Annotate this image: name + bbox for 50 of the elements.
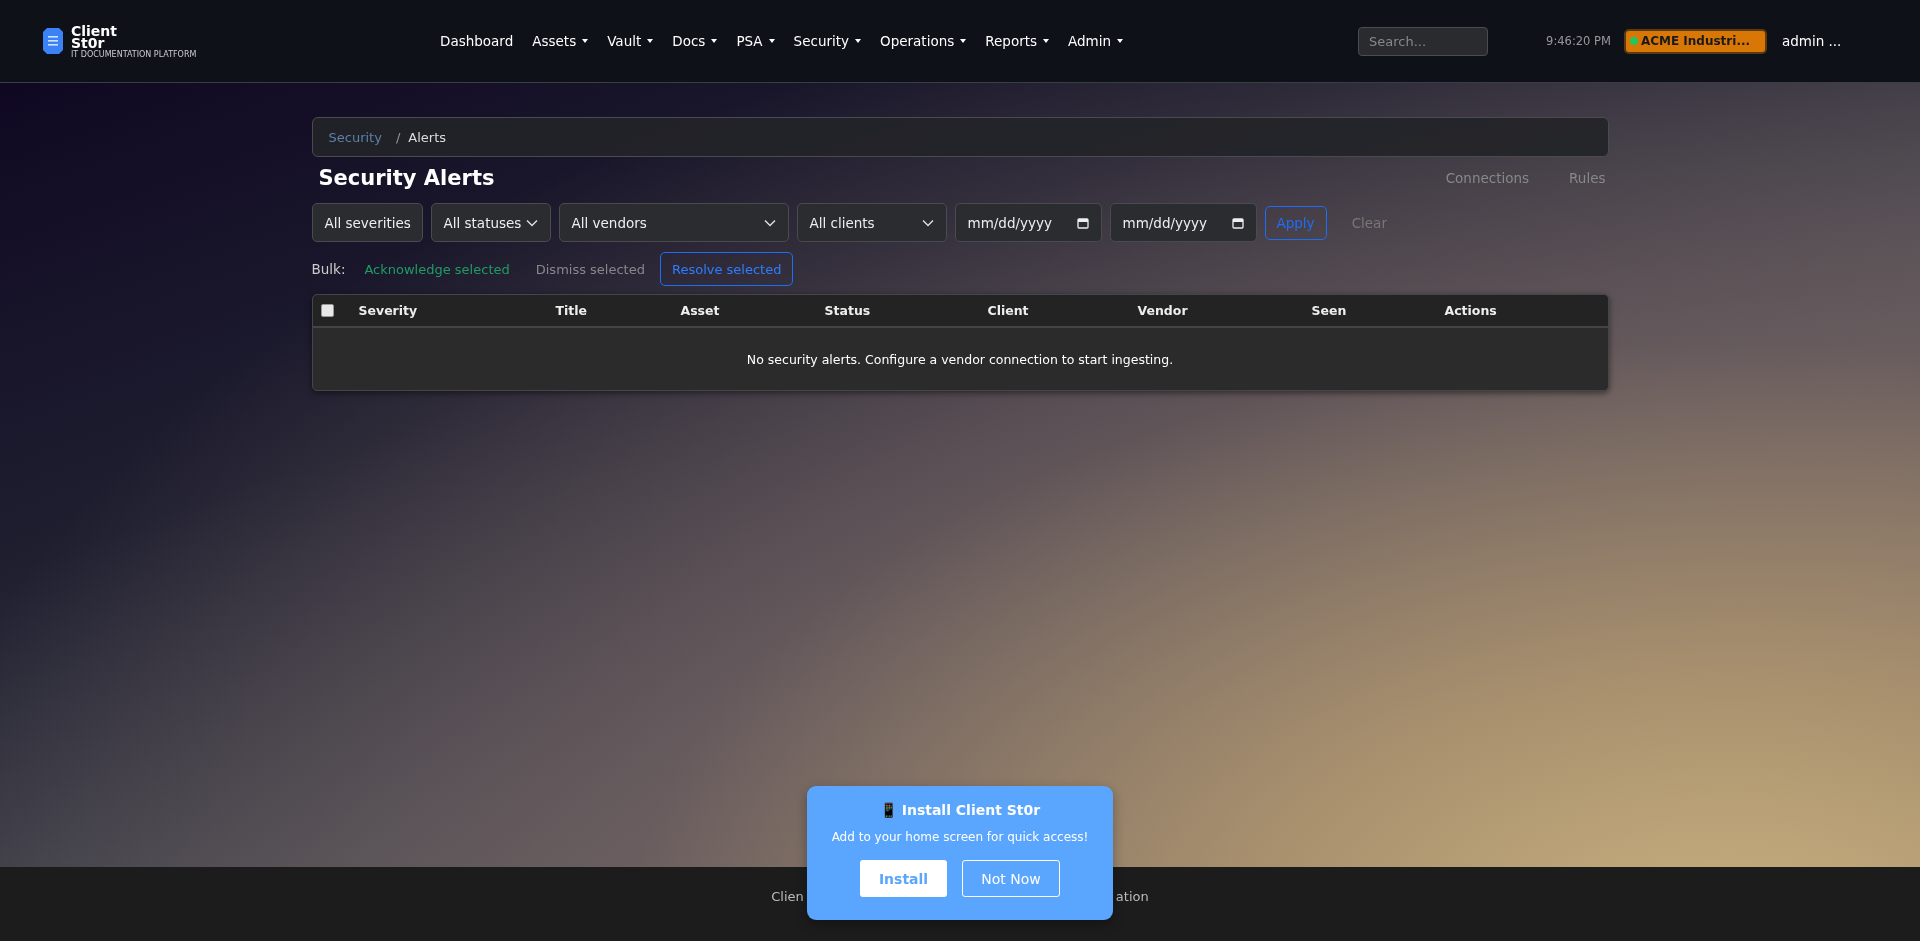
chevron-down-icon	[525, 218, 538, 227]
date-field[interactable]: mm/dd/yyyy	[1109, 203, 1257, 242]
column-header: Title	[555, 303, 589, 318]
brand-name: St0r	[71, 35, 105, 50]
breadcrumb-link[interactable]: Security	[328, 129, 382, 145]
user-menu[interactable]: admin ...	[1781, 33, 1842, 49]
column-header: Severity	[358, 303, 419, 318]
clock-time: 9:46:20 PM	[1546, 34, 1611, 48]
nav-menu-item[interactable]: Vault	[607, 33, 654, 49]
page-title: Security Alerts	[318, 166, 495, 190]
filter-dropdown[interactable]: All vendors	[558, 203, 789, 242]
install-prompt-message: Add to your home screen for quick access!	[831, 830, 1089, 844]
search-field[interactable]: Search...	[1358, 26, 1489, 56]
bulk-action-button[interactable]: Dismiss selected	[524, 252, 656, 286]
nav-menu-item[interactable]: PSA	[736, 33, 775, 49]
column-header: Actions	[1444, 303, 1498, 318]
brand-tagline: IT DOCUMENTATION PLATFORM	[71, 50, 197, 59]
select-all-checkbox[interactable]	[320, 304, 334, 317]
install-prompt-title: 📱 Install Client St0r	[879, 802, 1041, 818]
calendar-icon	[1076, 216, 1089, 229]
nav-menu-item[interactable]: Assets	[532, 33, 589, 49]
nav-menu-item[interactable]: Admin	[1068, 33, 1124, 49]
column-header: Seen	[1311, 303, 1348, 318]
nav-menu-item[interactable]: Operations	[880, 33, 967, 49]
brand-name: Client	[71, 23, 119, 38]
nav-menu-item[interactable]: Dashboard	[440, 33, 514, 49]
bulk-action-button[interactable]: Acknowledge selected	[353, 252, 521, 286]
column-header: Vendor	[1137, 303, 1189, 318]
filter-dropdown[interactable]: All severities	[311, 203, 423, 242]
breadcrumb-separator: /	[395, 129, 401, 145]
bulk-label: Bulk:	[311, 261, 346, 277]
column-header: Asset	[680, 303, 721, 318]
footer-text: ation	[1115, 889, 1149, 906]
chevron-down-icon	[763, 218, 776, 227]
chevron-down-icon	[921, 218, 934, 227]
filter-dropdown[interactable]: All clients	[796, 203, 947, 242]
bulk-action-button[interactable]: Resolve selected	[659, 252, 794, 286]
nav-menu-item[interactable]: Security	[793, 33, 861, 49]
filter-dropdown[interactable]: All statuses	[430, 203, 551, 242]
breadcrumb-current: Alerts	[408, 129, 446, 145]
column-header: Status	[824, 303, 872, 318]
footer-text: Clien	[771, 889, 804, 906]
calendar-icon	[1231, 216, 1244, 229]
date-field[interactable]: mm/dd/yyyy	[954, 203, 1102, 242]
column-header: Client	[987, 303, 1030, 318]
nav-menu-item[interactable]: Reports	[985, 33, 1050, 49]
organization-button[interactable]: ACME Industri...	[1623, 28, 1767, 54]
nav-menu-item[interactable]: Docs	[672, 33, 718, 49]
empty-message: No security alerts. Configure a vendor connection to start ingesting.	[746, 351, 1174, 367]
logo-icon	[43, 27, 63, 55]
